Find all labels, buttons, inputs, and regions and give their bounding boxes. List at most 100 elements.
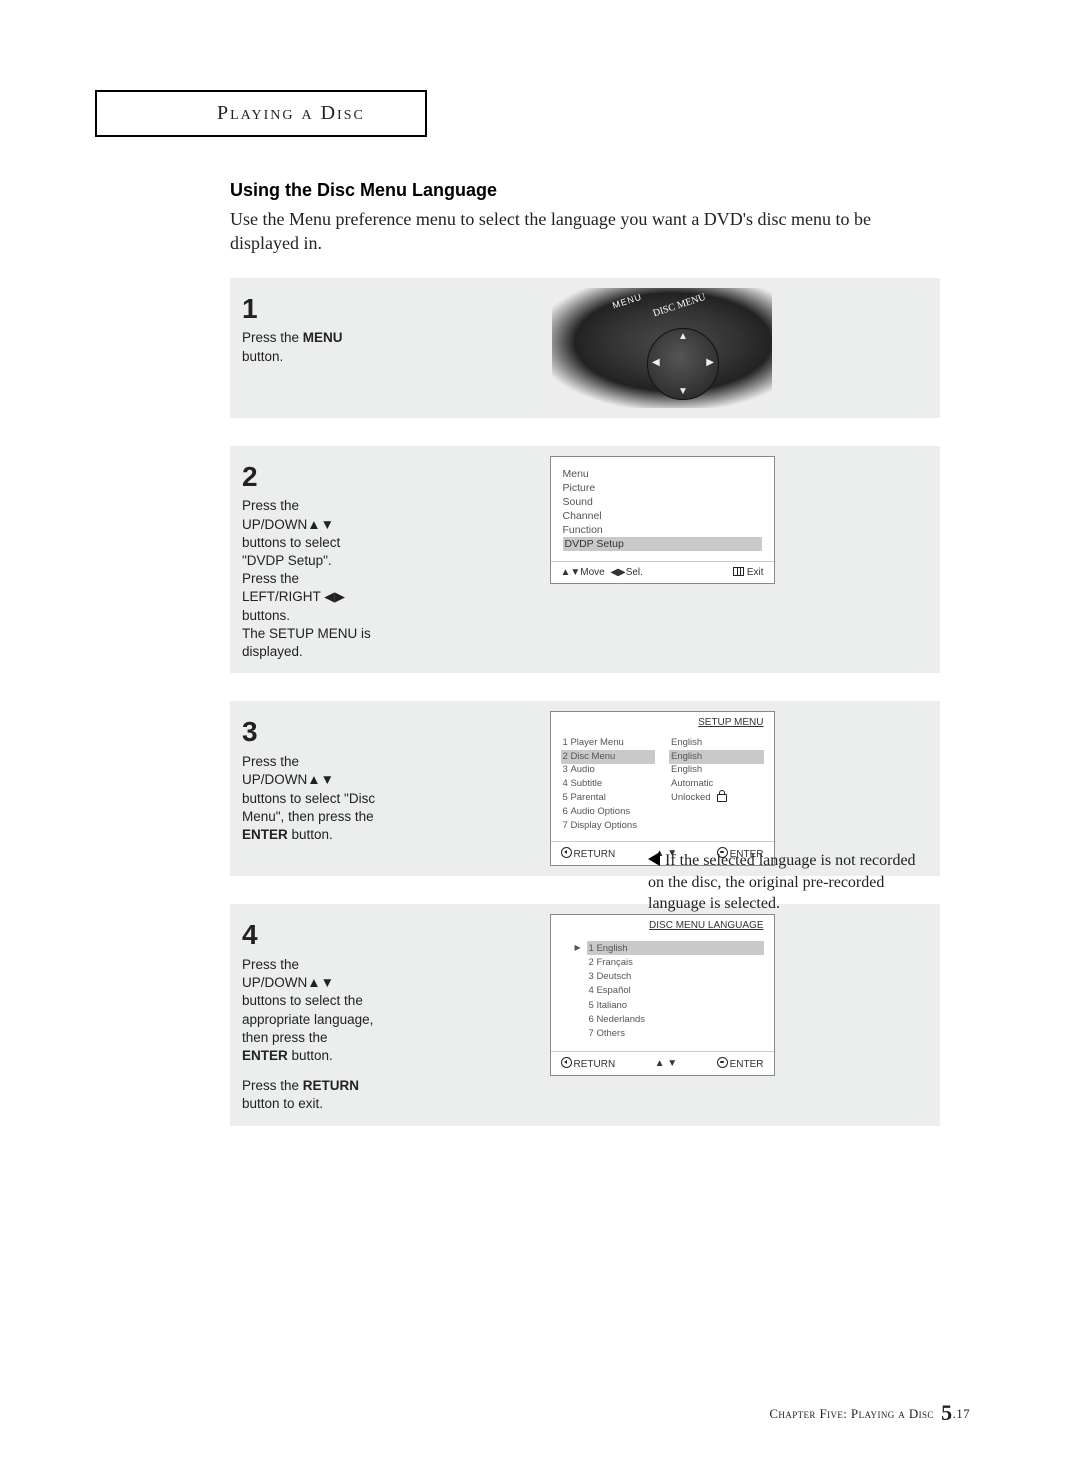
step-1-row: 1 Press the MENU button. MENU DISC MENU … <box>230 278 940 418</box>
step-4-row: 4 Press the UP/DOWN▲▼ buttons to select … <box>230 904 940 1126</box>
lock-icon <box>717 794 727 802</box>
return-icon <box>561 1057 572 1068</box>
osd2-footer: ▲▼Move ◀▶Sel. Exit <box>551 561 774 583</box>
note-text: If the selected language is not recorded… <box>648 852 916 912</box>
step-4-l1-post: button. <box>288 1048 333 1063</box>
osd4-label: Nederlands <box>596 1014 645 1025</box>
step-3-number: 3 <box>242 713 376 751</box>
remote-disc-menu-label: DISC MENU <box>652 291 707 318</box>
osd2-highlight: DVDP Setup <box>563 537 762 551</box>
step-2-figure: Menu Picture Sound Channel Function DVDP… <box>394 446 940 594</box>
osd-setup-menu: SETUP MENU 1 Player Menu 2 Disc Menu 3 A… <box>550 711 775 866</box>
note-arrow-icon <box>648 852 660 866</box>
osd2-item: Function <box>563 523 762 537</box>
osd4-n: 7 <box>589 1028 594 1039</box>
heading: Using the Disc Menu Language <box>230 180 940 201</box>
step-1-figure: MENU DISC MENU ▲ ▼ ◀ ▶ <box>394 278 940 418</box>
osd3-return: RETURN <box>574 849 616 860</box>
osd3-label: Parental <box>570 792 605 803</box>
exit-icon <box>733 567 744 576</box>
osd4-n: 1 <box>589 943 594 954</box>
osd2-move: ▲▼Move <box>561 567 605 578</box>
osd4-label: English <box>596 943 627 954</box>
osd3-n: 7 <box>563 820 568 831</box>
osd4-enter: ENTER <box>730 1059 764 1070</box>
step-4-figure: DISC MENU LANGUAGE ▶ 1 English 2 Français… <box>394 904 940 1086</box>
osd3-n: 4 <box>563 778 568 789</box>
osd4-footer: RETURN ▲ ▼ ENTER <box>551 1051 774 1075</box>
osd3-n: 3 <box>563 764 568 775</box>
return-icon <box>561 847 572 858</box>
step-3-post: button. <box>288 827 333 842</box>
remote-dpad: ▲ ▼ ◀ ▶ <box>647 328 719 400</box>
step-1-post: button. <box>242 349 283 364</box>
dpad-down-icon: ▼ <box>678 386 688 397</box>
footer-page-major: 5 <box>941 1400 952 1425</box>
osd4-label: Español <box>596 985 630 996</box>
step-2-line1: Press the UP/DOWN▲▼ buttons to select "D… <box>242 497 376 570</box>
osd4-label: Italiano <box>596 1000 627 1011</box>
osd3-val: English <box>669 750 764 764</box>
dpad-left-icon: ◀ <box>652 357 660 368</box>
enter-icon <box>717 1057 728 1068</box>
footer-chapter: Chapter Five: Playing a Disc <box>769 1406 934 1421</box>
osd4-label: Français <box>596 957 632 968</box>
osd3-title: SETUP MENU <box>551 712 774 732</box>
osd4-n: 6 <box>589 1014 594 1025</box>
step-3-text: 3 Press the UP/DOWN▲▼ buttons to select … <box>230 701 380 856</box>
section-tab: Playing a Disc <box>95 90 427 137</box>
step-4-l2-bold: RETURN <box>303 1078 359 1093</box>
osd4-label: Deutsch <box>596 971 631 982</box>
step-1-text: 1 Press the MENU button. <box>230 278 380 378</box>
osd3-n: 6 <box>563 806 568 817</box>
osd-menu: Menu Picture Sound Channel Function DVDP… <box>550 456 775 584</box>
osd3-label: Disc Menu <box>570 751 615 762</box>
osd3-n: 2 <box>563 751 568 762</box>
osd3-label: Player Menu <box>570 737 623 748</box>
osd3-n: 1 <box>563 737 568 748</box>
intro-text: Use the Menu preference menu to select t… <box>230 207 940 256</box>
step-3-bold: ENTER <box>242 827 288 842</box>
step-1-number: 1 <box>242 290 376 328</box>
osd4-title: DISC MENU LANGUAGE <box>551 915 774 935</box>
step-1-bold: MENU <box>303 330 343 345</box>
step-2-line2: Press the LEFT/RIGHT ◀▶ buttons. <box>242 570 376 625</box>
osd3-label: Display Options <box>570 820 637 831</box>
section-tab-text: Playing a Disc <box>217 102 365 124</box>
selection-arrow-icon: ▶ <box>575 942 581 953</box>
step-4-number: 4 <box>242 916 376 954</box>
osd3-label: Subtitle <box>570 778 602 789</box>
osd2-item: Menu <box>563 467 762 481</box>
step-2-text: 2 Press the UP/DOWN▲▼ buttons to select … <box>230 446 380 674</box>
osd4-return: RETURN <box>574 1059 616 1070</box>
osd4-n: 4 <box>589 985 594 996</box>
step-4-l1-bold: ENTER <box>242 1048 288 1063</box>
osd3-val: English <box>669 764 764 778</box>
osd2-exit: Exit <box>747 567 764 578</box>
step-2-number: 2 <box>242 458 376 496</box>
dpad-up-icon: ▲ <box>678 331 688 342</box>
osd2-item: Channel <box>563 509 762 523</box>
osd4-n: 5 <box>589 1000 594 1011</box>
osd2-item: Picture <box>563 481 762 495</box>
osd3-val: English <box>669 736 764 750</box>
step-4-l2-pre: Press the <box>242 1078 303 1093</box>
side-note: If the selected language is not recorded… <box>648 850 928 915</box>
osd4-n: 3 <box>589 971 594 982</box>
step-4-text: 4 Press the UP/DOWN▲▼ buttons to select … <box>230 904 380 1126</box>
osd2-sel: ◀▶Sel. <box>610 567 643 578</box>
dpad-right-icon: ▶ <box>706 357 714 368</box>
osd2-item: Sound <box>563 495 762 509</box>
osd3-label: Audio Options <box>570 806 630 817</box>
step-2-line3: The SETUP MENU is displayed. <box>242 625 376 661</box>
remote-photo: MENU DISC MENU ▲ ▼ ◀ ▶ <box>552 288 772 408</box>
footer-page-minor: .17 <box>953 1406 970 1421</box>
osd4-arrows: ▲ ▼ <box>655 1058 678 1069</box>
step-3-pre: Press the UP/DOWN▲▼ buttons to select "D… <box>242 754 375 824</box>
osd4-n: 2 <box>589 957 594 968</box>
osd-lang-menu: DISC MENU LANGUAGE ▶ 1 English 2 Français… <box>550 914 775 1076</box>
osd3-val: Automatic <box>669 778 764 792</box>
osd3-n: 5 <box>563 792 568 803</box>
step-4-l2-post: button to exit. <box>242 1096 323 1111</box>
page-footer: Chapter Five: Playing a Disc 5.17 <box>769 1400 970 1426</box>
